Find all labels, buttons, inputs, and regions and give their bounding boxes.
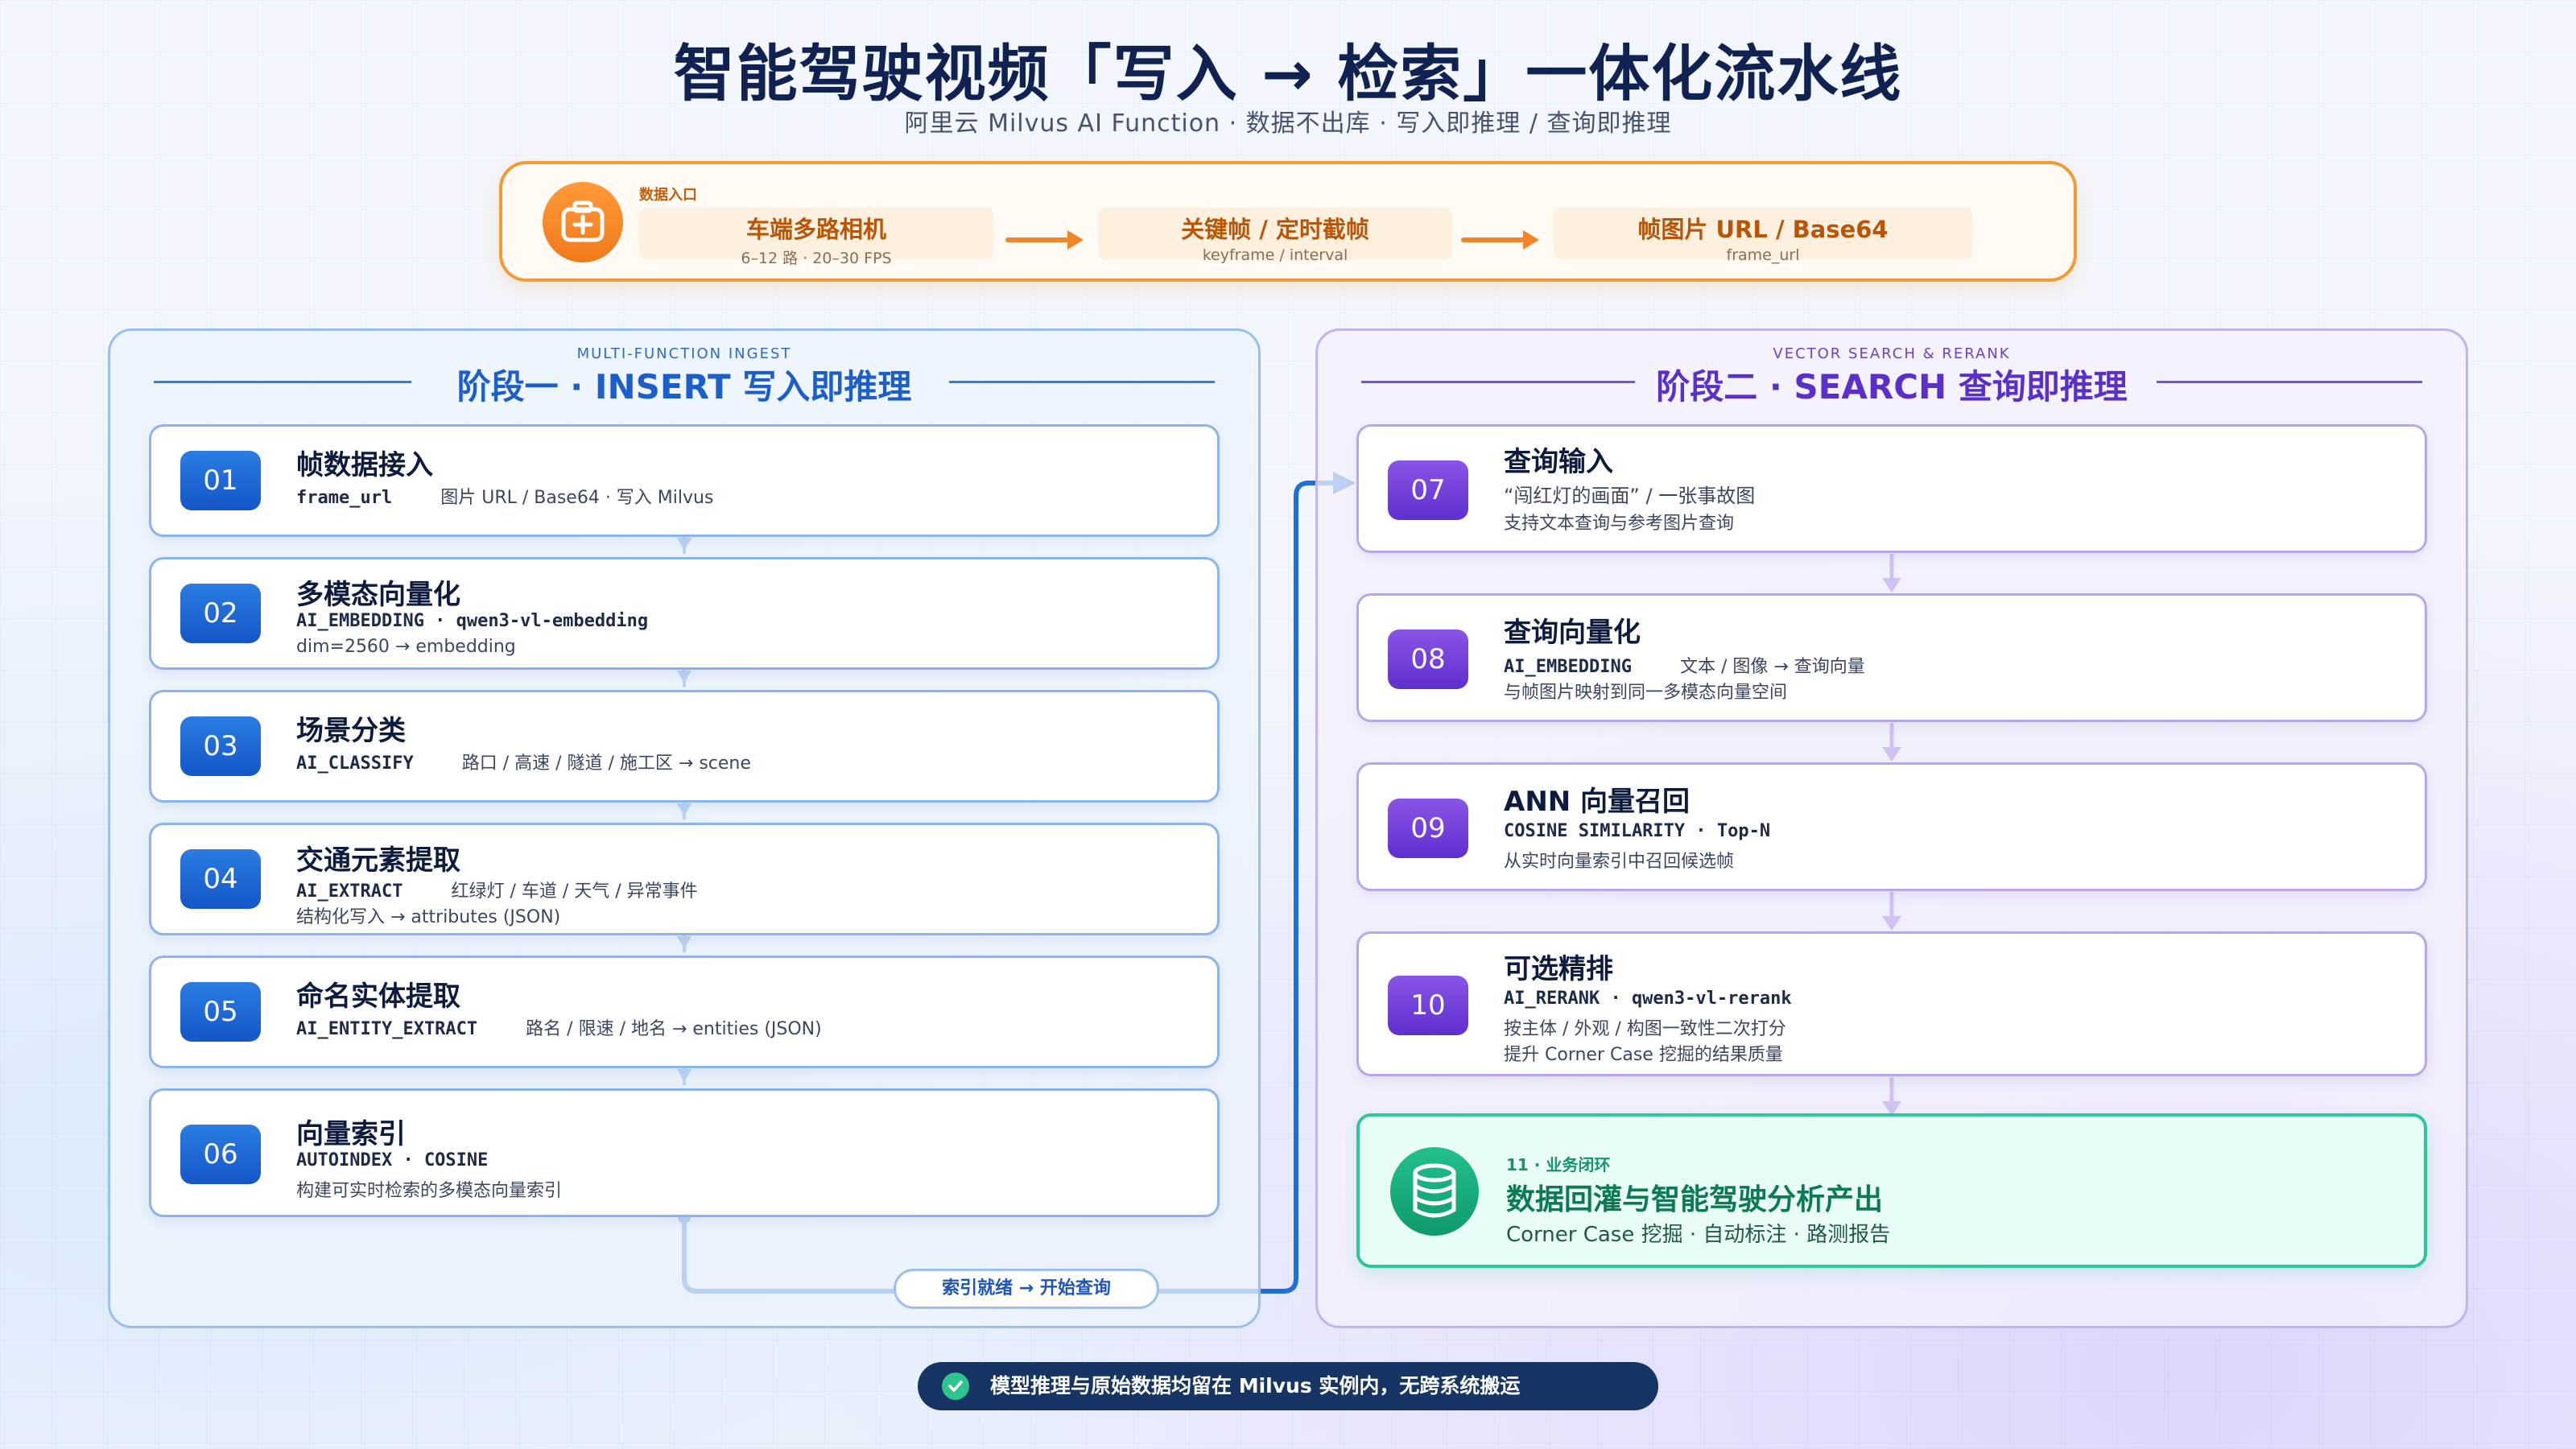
entry-box-keyframe: 关键帧 / 定时截帧 keyframe / interval	[1098, 208, 1452, 264]
arrow-right-icon	[1461, 230, 1539, 250]
step-title: 帧数据接入	[296, 449, 433, 481]
step-card-08: 08 查询向量化 AI_EMBEDDING 文本 / 图像 → 查询向量 与帧图片…	[1356, 593, 2427, 722]
entry-box-title: 车端多路相机	[745, 216, 886, 243]
step-detail: 与帧图片映射到同一多模态向量空间	[1504, 683, 1788, 703]
step-title: 向量索引	[296, 1118, 406, 1150]
step-desc: 图片 URL / Base64 · 写入 Milvus	[440, 488, 714, 508]
step-detail: 提升 Corner Case 挖掘的结果质量	[1504, 1045, 1783, 1065]
stage1-title: 阶段一 · INSERT 写入即推理	[456, 367, 912, 407]
step-title: 查询输入	[1504, 446, 1613, 478]
step-desc: 路名 / 限速 / 地名 → entities (JSON)	[526, 1019, 822, 1039]
step-desc: 红绿灯 / 车道 / 天气 / 异常事件	[451, 881, 698, 902]
check-circle-icon	[942, 1373, 969, 1400]
step-number: 10	[1388, 976, 1468, 1035]
stage2-panel: VECTOR SEARCH & RERANK 阶段二 · SEARCH 查询即推…	[1315, 328, 2468, 1328]
step-title: 交通元素提取	[296, 844, 460, 877]
step-desc: 路口 / 高速 / 隧道 / 施工区 → scene	[461, 753, 751, 774]
step-detail: 结构化写入 → attributes (JSON)	[296, 907, 561, 927]
step-function: frame_url	[296, 488, 393, 508]
step-title: ANN 向量召回	[1504, 786, 1690, 818]
step-title: 命名实体提取	[296, 980, 460, 1013]
step-detail: 从实时向量索引中召回候选帧	[1504, 852, 1735, 872]
step-function: AUTOINDEX · COSINE	[296, 1150, 489, 1170]
step-card-05: 05 命名实体提取 AI_ENTITY_EXTRACT 路名 / 限速 / 地名 …	[149, 956, 1220, 1068]
final-title: 数据回灌与智能驾驶分析产出	[1506, 1183, 1884, 1216]
step-function: AI_EMBEDDING	[1504, 657, 1632, 677]
final-card: 11 · 业务闭环 数据回灌与智能驾驶分析产出 Corner Case 挖掘 ·…	[1356, 1113, 2427, 1268]
step-card-04: 04 交通元素提取 AI_EXTRACT 红绿灯 / 车道 / 天气 / 异常事件…	[149, 823, 1220, 935]
step-card-03: 03 场景分类 AI_CLASSIFY 路口 / 高速 / 隧道 / 施工区 → …	[149, 690, 1220, 803]
step-function: AI_EXTRACT	[296, 881, 403, 902]
step-desc: 文本 / 图像 → 查询向量	[1679, 657, 1865, 677]
footer-text: 模型推理与原始数据均留在 Milvus 实例内，无跨系统搬运	[990, 1374, 1521, 1397]
step-function: AI_EMBEDDING · qwen3-vl-embedding	[296, 611, 649, 631]
entry-box-camera: 车端多路相机 6–12 路 · 20–30 FPS	[639, 208, 993, 267]
step-card-06: 06 向量索引 AUTOINDEX · COSINE 构建可实时检索的多模态向量…	[149, 1088, 1220, 1217]
final-tag: 11 · 业务闭环	[1506, 1155, 1611, 1174]
database-icon	[1390, 1147, 1479, 1236]
entry-box-title: 关键帧 / 定时截帧	[1181, 216, 1369, 243]
footer-banner: 模型推理与原始数据均留在 Milvus 实例内，无跨系统搬运	[918, 1362, 1658, 1410]
step-number: 02	[180, 584, 261, 643]
stage2-title: 阶段二 · SEARCH 查询即推理	[1656, 367, 2128, 407]
step-number: 04	[180, 849, 261, 909]
arrow-right-icon	[1005, 230, 1084, 250]
data-entry-bar: 数据入口 车端多路相机 6–12 路 · 20–30 FPS 关键帧 / 定时截…	[499, 161, 2077, 282]
step-number: 07	[1388, 460, 1468, 520]
final-desc: Corner Case 挖掘 · 自动标注 · 路测报告	[1506, 1223, 1891, 1247]
entry-box-sub: frame_url	[1726, 246, 1800, 264]
entry-box-sub: keyframe / interval	[1202, 246, 1348, 264]
step-title: 场景分类	[296, 715, 406, 747]
step-number: 03	[180, 716, 261, 776]
step-desc: “闯红灯的画面” / 一张事故图	[1504, 485, 1756, 507]
step-function: AI_ENTITY_EXTRACT	[296, 1019, 478, 1039]
step-card-10: 10 可选精排 AI_RERANK · qwen3-vl-rerank 按主体 …	[1356, 931, 2427, 1076]
step-number: 01	[180, 451, 261, 510]
step-title: 查询向量化	[1504, 617, 1641, 649]
entry-box-frame-url: 帧图片 URL / Base64 frame_url	[1554, 208, 1972, 264]
step-function: AI_CLASSIFY	[296, 753, 414, 774]
step-detail: 支持文本查询与参考图片查询	[1504, 514, 1735, 534]
entry-label: 数据入口	[639, 187, 697, 204]
step-detail: 构建可实时检索的多模态向量索引	[296, 1181, 563, 1201]
step-title: 可选精排	[1504, 953, 1613, 985]
step-title: 多模态向量化	[296, 579, 460, 611]
step-number: 08	[1388, 630, 1468, 689]
step-function: AI_RERANK · qwen3-vl-rerank	[1504, 989, 1792, 1009]
step-card-09: 09 ANN 向量召回 COSINE SIMILARITY · Top-N 从实…	[1356, 762, 2427, 891]
step-detail: dim=2560 → embedding	[296, 637, 516, 657]
stage1-panel: MULTI-FUNCTION INGEST 阶段一 · INSERT 写入即推理…	[108, 328, 1261, 1328]
step-card-02: 02 多模态向量化 AI_EMBEDDING · qwen3-vl-embedd…	[149, 557, 1220, 670]
bridge-label: 索引就绪 → 开始查询	[894, 1269, 1159, 1309]
step-number: 05	[180, 982, 261, 1042]
page-title: 智能驾驶视频「写入 → 检索」一体化流水线	[673, 38, 1903, 109]
step-function: COSINE SIMILARITY · Top-N	[1504, 821, 1771, 841]
step-card-01: 01 帧数据接入 frame_url 图片 URL / Base64 · 写入 M…	[149, 424, 1220, 537]
step-number: 06	[180, 1125, 261, 1184]
page-subtitle: 阿里云 Milvus AI Function · 数据不出库 · 写入即推理 /…	[904, 109, 1672, 138]
entry-box-sub: 6–12 路 · 20–30 FPS	[741, 250, 892, 267]
step-number: 09	[1388, 799, 1468, 858]
step-detail: 按主体 / 外观 / 构图一致性二次打分	[1504, 1019, 1786, 1039]
step-card-07: 07 查询输入 “闯红灯的画面” / 一张事故图 支持文本查询与参考图片查询	[1356, 424, 2427, 553]
entry-box-title: 帧图片 URL / Base64	[1637, 216, 1889, 243]
camera-plus-icon	[543, 182, 623, 262]
